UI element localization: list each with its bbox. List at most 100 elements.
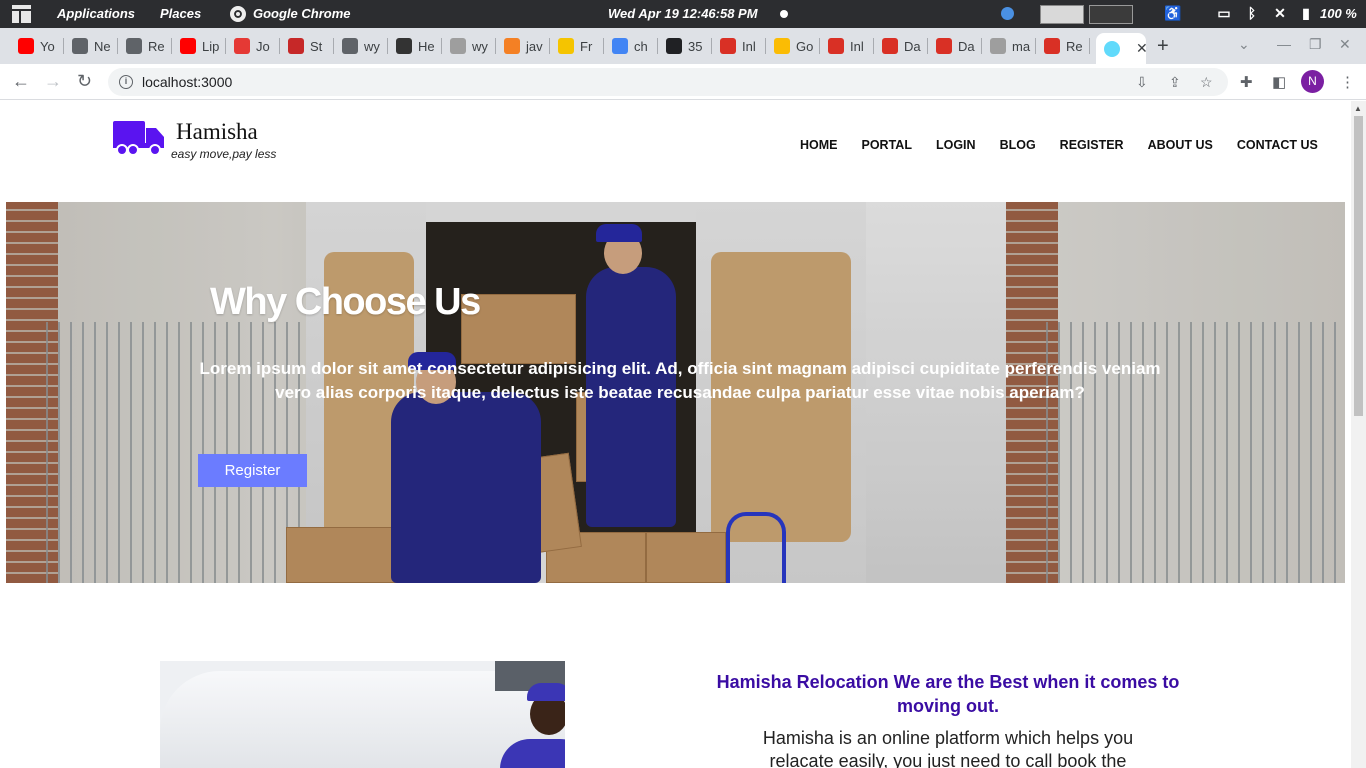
browser-tab[interactable]: He [388, 33, 442, 59]
share-icon[interactable]: ⇪ [1169, 74, 1181, 91]
tab-title: Go [796, 38, 814, 54]
applications-menu[interactable]: Applications [57, 6, 135, 21]
tab-favicon-icon [774, 38, 790, 54]
browser-tab[interactable]: wy [442, 33, 496, 59]
browser-tab[interactable]: Yo [10, 33, 64, 59]
browser-tab[interactable]: St [280, 33, 334, 59]
accessibility-icon[interactable]: ♿ [1164, 5, 1181, 21]
hero-title: Why Choose Us [210, 281, 481, 323]
about-text: Hamisha is an online platform which help… [762, 728, 1134, 768]
browser-tab[interactable]: 35 [658, 33, 712, 59]
browser-tab[interactable]: Da [874, 33, 928, 59]
applications-menu-icon[interactable] [12, 5, 31, 23]
tab-title: Da [904, 38, 921, 54]
extensions-icon[interactable]: ✚ [1240, 73, 1253, 91]
tab-title: Fr [580, 38, 593, 54]
tab-title: Inl [742, 38, 756, 54]
brand-tagline: easy move,pay less [171, 147, 277, 161]
scroll-up-icon[interactable]: ▲ [1354, 104, 1362, 113]
bluetooth-icon[interactable]: ᛒ [1244, 5, 1260, 21]
tab-title: Da [958, 38, 975, 54]
tab-favicon-icon [180, 38, 196, 54]
browser-tab[interactable]: Re [1036, 33, 1090, 59]
tab-title: Re [148, 38, 165, 54]
workspace-1[interactable] [1040, 5, 1084, 24]
nav-register[interactable]: REGISTER [1060, 138, 1124, 152]
address-bar[interactable]: i localhost:3000 ⇩ ⇪ ☆ [108, 68, 1228, 96]
tab-favicon-icon [558, 38, 574, 54]
browser-tab[interactable]: Re [118, 33, 172, 59]
browser-tab[interactable]: Lip [172, 33, 226, 59]
tray-app-icon[interactable] [1001, 7, 1014, 20]
brand-name[interactable]: Hamisha [176, 119, 258, 145]
chrome-icon [230, 6, 246, 22]
tab-favicon-icon [828, 38, 844, 54]
tab-title: Ne [94, 38, 111, 54]
tab-active-localhost[interactable]: ✕ [1096, 33, 1146, 64]
browser-tab[interactable]: Inl [712, 33, 766, 59]
browser-tab[interactable]: wy [334, 33, 388, 59]
browser-tab[interactable]: ma [982, 33, 1036, 59]
tab-favicon-icon [288, 38, 304, 54]
profile-avatar[interactable]: N [1301, 70, 1324, 93]
browser-tab[interactable]: jav [496, 33, 550, 59]
tab-title: Re [1066, 38, 1083, 54]
tab-favicon-icon [234, 38, 250, 54]
maximize-window-icon[interactable]: ❐ [1309, 36, 1322, 53]
tab-favicon-icon [72, 38, 88, 54]
nav-login[interactable]: LOGIN [936, 138, 976, 152]
workspace-2[interactable] [1089, 5, 1133, 24]
tab-title: ch [634, 38, 648, 54]
browser-tab[interactable]: Fr [550, 33, 604, 59]
tab-favicon-icon [720, 38, 736, 54]
active-app-label[interactable]: Google Chrome [253, 6, 351, 21]
tab-favicon-icon [396, 38, 412, 54]
url-text[interactable]: localhost:3000 [142, 74, 232, 90]
page-scrollbar[interactable]: ▲ [1351, 101, 1366, 768]
tab-title: wy [364, 38, 380, 54]
places-menu[interactable]: Places [160, 6, 201, 21]
back-icon[interactable]: ← [12, 71, 30, 92]
close-window-icon[interactable]: ✕ [1339, 36, 1351, 53]
register-button[interactable]: Register [198, 454, 307, 487]
tab-title: He [418, 38, 435, 54]
battery-icon: ▮ [1302, 5, 1310, 21]
truck-logo-icon[interactable] [113, 118, 165, 156]
tab-search-icon[interactable]: ⌄ [1238, 36, 1250, 53]
close-tab-icon[interactable]: ✕ [1136, 40, 1146, 57]
display-icon[interactable]: ▭ [1216, 5, 1232, 21]
nav-blog[interactable]: BLOG [1000, 138, 1036, 152]
battery-percent: 100 % [1320, 6, 1357, 21]
clock[interactable]: Wed Apr 19 12:46:58 PM [608, 6, 758, 21]
tab-favicon-icon [666, 38, 682, 54]
forward-icon[interactable]: → [44, 71, 62, 92]
tab-title: St [310, 38, 323, 54]
tab-title: wy [472, 38, 488, 54]
chrome-menu-icon[interactable]: ⋮ [1340, 73, 1355, 91]
site-info-icon[interactable]: i [119, 75, 133, 89]
new-tab-button[interactable]: + [1157, 35, 1169, 58]
tab-favicon-icon [18, 38, 34, 54]
browser-tab[interactable]: Jo [226, 33, 280, 59]
react-icon [1104, 40, 1120, 57]
browser-tab[interactable]: Inl [820, 33, 874, 59]
nav-home[interactable]: HOME [800, 138, 838, 152]
browser-tab[interactable]: Da [928, 33, 982, 59]
browser-tab[interactable]: ch [604, 33, 658, 59]
nav-portal[interactable]: PORTAL [862, 138, 912, 152]
minimize-window-icon[interactable]: — [1277, 36, 1291, 52]
reload-icon[interactable]: ↻ [77, 71, 92, 92]
browser-tab[interactable]: Go [766, 33, 820, 59]
browser-tab[interactable]: Ne [64, 33, 118, 59]
side-panel-icon[interactable]: ◧ [1272, 73, 1286, 91]
bookmark-star-icon[interactable]: ☆ [1200, 74, 1213, 91]
browser-toolbar: ← → ↻ i localhost:3000 ⇩ ⇪ ☆ ✚ ◧ N ⋮ [0, 64, 1366, 100]
nav-contact-us[interactable]: CONTACT US [1237, 138, 1318, 152]
scrollbar-thumb[interactable] [1354, 116, 1363, 416]
tab-title: Inl [850, 38, 864, 54]
install-app-icon[interactable]: ⇩ [1136, 74, 1148, 91]
nav-about-us[interactable]: ABOUT US [1148, 138, 1213, 152]
muted-volume-icon[interactable]: ✕ [1272, 5, 1288, 21]
main-navigation: HOME PORTAL LOGIN BLOG REGISTER ABOUT US… [800, 138, 1342, 152]
tab-title: Jo [256, 38, 270, 54]
